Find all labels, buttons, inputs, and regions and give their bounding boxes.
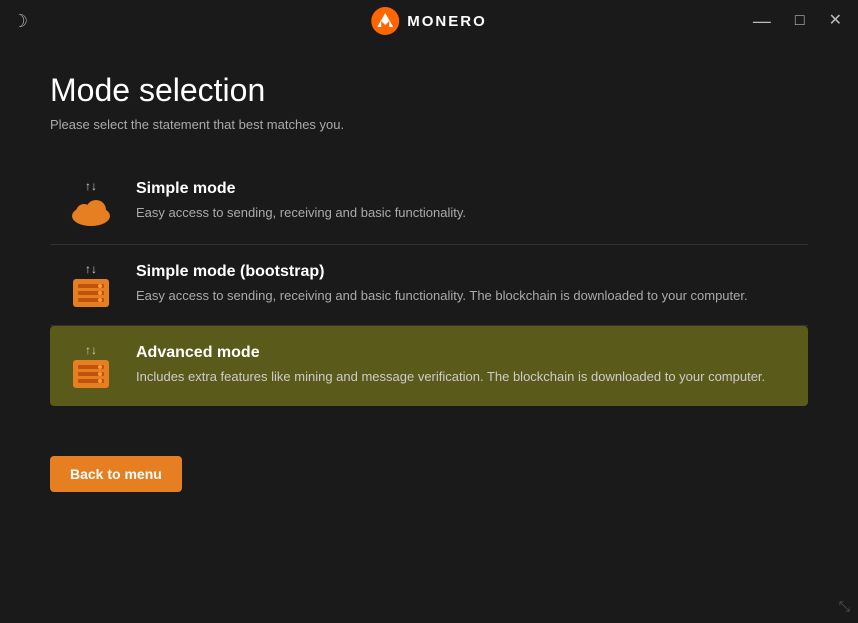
simple-bootstrap-mode-item[interactable]: ↑↓ Simple mode (bootstrap) Easy access t… [50,245,808,326]
titlebar-right: — □ ✕ [749,10,846,32]
close-button[interactable]: ✕ [825,11,846,31]
back-to-menu-button[interactable]: Back to menu [50,456,182,492]
simple-bootstrap-mode-text: Simple mode (bootstrap) Easy access to s… [136,263,792,306]
server-line-3 [78,298,104,302]
resize-handle-icon[interactable]: ⤡ [839,598,850,615]
maximize-button[interactable]: □ [791,11,809,31]
advanced-mode-text: Advanced mode Includes extra features li… [136,344,792,387]
server-line-2 [78,291,104,295]
page-title: Mode selection [50,72,808,109]
cloud-icon [70,196,112,226]
simple-mode-item[interactable]: ↑↓ Simple mode Easy access to sending, r… [50,162,808,245]
simple-bootstrap-mode-desc: Easy access to sending, receiving and ba… [136,286,792,306]
app-title: MONERO [407,13,487,30]
advanced-server-line-3 [78,379,104,383]
server-line-1 [78,284,104,288]
server-icon [73,279,109,307]
transfer-arrows-3-icon: ↑↓ [85,344,97,356]
advanced-mode-item[interactable]: ↑↓ Advanced mode Includes extra features… [50,326,808,406]
titlebar: ☽ MONERO — □ ✕ [0,0,858,42]
titlebar-left: ☽ [12,11,28,32]
advanced-server-line-1 [78,365,104,369]
titlebar-center: MONERO [371,7,487,35]
main-content: Mode selection Please select the stateme… [0,42,858,436]
transfer-arrows-icon: ↑↓ [85,180,97,192]
simple-mode-text: Simple mode Easy access to sending, rece… [136,180,792,223]
advanced-mode-name: Advanced mode [136,344,792,362]
transfer-arrows-2-icon: ↑↓ [85,263,97,275]
simple-bootstrap-mode-name: Simple mode (bootstrap) [136,263,792,281]
simple-mode-icon-wrap: ↑↓ [66,180,116,226]
minimize-button[interactable]: — [749,10,775,32]
simple-bootstrap-icon-wrap: ↑↓ [66,263,116,307]
advanced-mode-desc: Includes extra features like mining and … [136,367,792,387]
moon-icon: ☽ [12,11,28,32]
advanced-server-icon [73,360,109,388]
advanced-server-line-2 [78,372,104,376]
advanced-mode-icon-wrap: ↑↓ [66,344,116,388]
simple-mode-desc: Easy access to sending, receiving and ba… [136,203,792,223]
simple-mode-name: Simple mode [136,180,792,198]
monero-logo-icon [371,7,399,35]
page-subtitle: Please select the statement that best ma… [50,117,808,132]
